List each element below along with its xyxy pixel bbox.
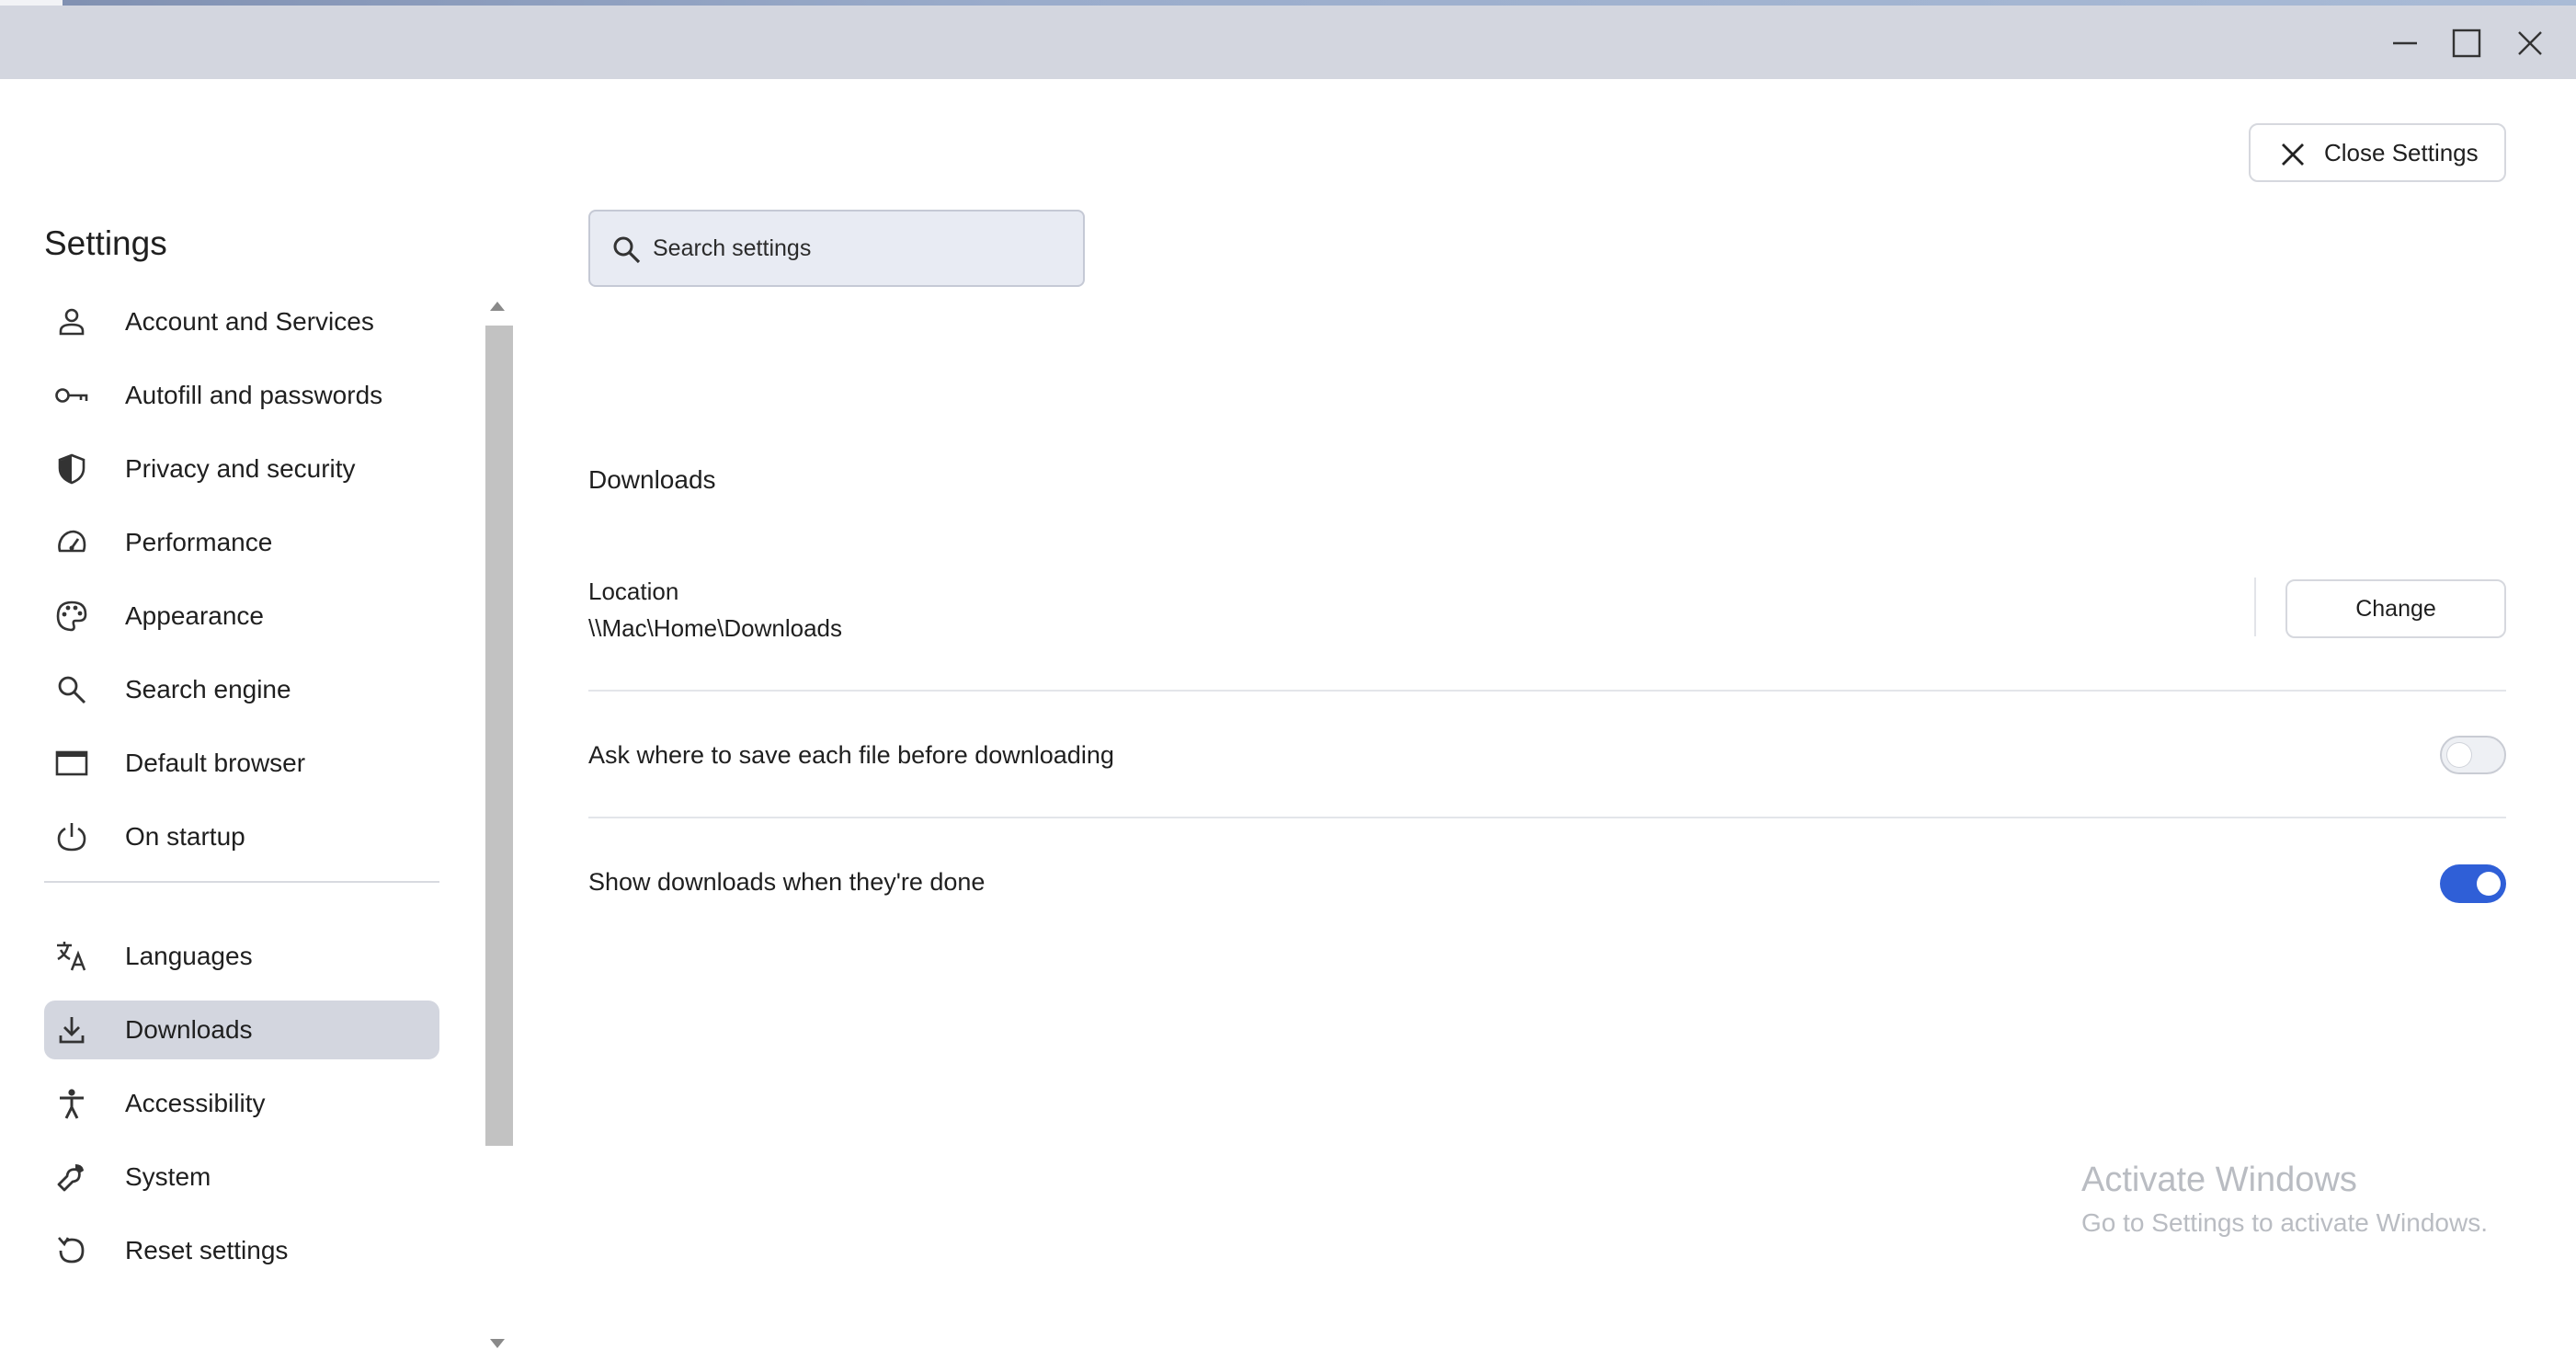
sidebar-title: Settings	[44, 224, 167, 262]
row-divider	[588, 690, 2506, 692]
sidebar-item-label: Account and Services	[125, 307, 374, 336]
sidebar-item-label: Performance	[125, 528, 273, 556]
sidebar-item-on-startup[interactable]: On startup	[44, 807, 439, 866]
sidebar-scrollbar-thumb[interactable]	[485, 326, 513, 1146]
maximize-icon	[2452, 29, 2481, 58]
scroll-up-arrow-icon[interactable]	[490, 302, 505, 311]
title-bar-accent-notch	[0, 0, 63, 6]
accessibility-icon	[51, 1083, 92, 1124]
shield-icon	[51, 449, 92, 489]
row-separator	[2254, 578, 2256, 636]
search-placeholder: Search settings	[653, 235, 812, 261]
settings-sidebar: Settings Account and Services Autofill a…	[0, 79, 515, 1348]
sidebar-item-privacy-and-security[interactable]: Privacy and security	[44, 440, 439, 498]
activate-windows-subtitle: Go to Settings to activate Windows.	[2081, 1208, 2488, 1237]
sidebar-item-label: Appearance	[125, 601, 265, 630]
activate-windows-title: Activate Windows	[2081, 1161, 2357, 1199]
toggle-knob	[2477, 872, 2501, 896]
location-label: Location	[588, 578, 679, 605]
reset-icon	[51, 1230, 92, 1271]
close-settings-label: Close Settings	[2324, 138, 2479, 166]
sidebar-divider	[44, 881, 439, 883]
sidebar-item-label: Autofill and passwords	[125, 381, 383, 409]
sidebar-item-search-engine[interactable]: Search engine	[44, 660, 439, 719]
sidebar-item-label: Default browser	[125, 749, 306, 777]
sidebar-nav: Account and Services Autofill and passwo…	[44, 292, 439, 1295]
sidebar-item-system[interactable]: System	[44, 1148, 439, 1207]
sidebar-item-downloads[interactable]: Downloads	[44, 1001, 439, 1059]
show-downloads-toggle[interactable]	[2440, 864, 2506, 903]
sidebar-item-label: Downloads	[125, 1015, 253, 1044]
palette-icon	[51, 596, 92, 636]
sidebar-item-label: Languages	[125, 942, 253, 970]
settings-main: Close Settings Search settings Downloads…	[515, 79, 2576, 1282]
wrench-icon	[51, 1157, 92, 1197]
sidebar-item-label: On startup	[125, 822, 245, 851]
ask-where-to-save-toggle[interactable]	[2440, 736, 2506, 774]
person-icon	[51, 302, 92, 342]
browser-window-icon	[51, 743, 92, 783]
power-icon	[51, 817, 92, 857]
sidebar-item-label: Search engine	[125, 675, 291, 703]
search-icon	[51, 669, 92, 710]
sidebar-item-label: Reset settings	[125, 1236, 289, 1264]
change-location-button[interactable]: Change	[2285, 579, 2506, 638]
close-icon	[2518, 31, 2542, 55]
close-settings-button[interactable]: Close Settings	[2249, 123, 2506, 182]
speedometer-icon	[51, 522, 92, 563]
sidebar-item-autofill-and-passwords[interactable]: Autofill and passwords	[44, 366, 439, 425]
sidebar-item-label: System	[125, 1162, 211, 1191]
close-icon	[2282, 143, 2304, 166]
search-settings-input[interactable]: Search settings	[588, 210, 1085, 287]
sidebar-item-account-and-services[interactable]: Account and Services	[44, 292, 439, 351]
sidebar-item-languages[interactable]: Languages	[44, 927, 439, 986]
sidebar-item-label: Accessibility	[125, 1089, 266, 1117]
ask-where-to-save-label: Ask where to save each file before downl…	[588, 741, 1114, 769]
sidebar-item-label: Privacy and security	[125, 454, 356, 483]
minimize-icon	[2393, 41, 2417, 45]
sidebar-item-performance[interactable]: Performance	[44, 513, 439, 572]
translate-icon	[51, 936, 92, 977]
title-bar-accent	[0, 0, 2576, 6]
section-title-downloads: Downloads	[588, 465, 716, 494]
sidebar-item-accessibility[interactable]: Accessibility	[44, 1074, 439, 1133]
sidebar-item-reset-settings[interactable]: Reset settings	[44, 1221, 439, 1280]
show-downloads-label: Show downloads when they're done	[588, 868, 986, 896]
key-icon	[51, 375, 92, 416]
toggle-knob	[2447, 743, 2471, 767]
search-icon	[613, 236, 641, 264]
download-icon	[51, 1010, 92, 1050]
sidebar-item-appearance[interactable]: Appearance	[44, 587, 439, 646]
sidebar-item-default-browser[interactable]: Default browser	[44, 734, 439, 793]
close-window-button[interactable]	[2488, 15, 2572, 72]
location-value: \\Mac\Home\Downloads	[588, 614, 842, 642]
title-bar	[0, 0, 2576, 79]
row-divider	[588, 817, 2506, 818]
scroll-down-arrow-icon[interactable]	[490, 1339, 505, 1348]
